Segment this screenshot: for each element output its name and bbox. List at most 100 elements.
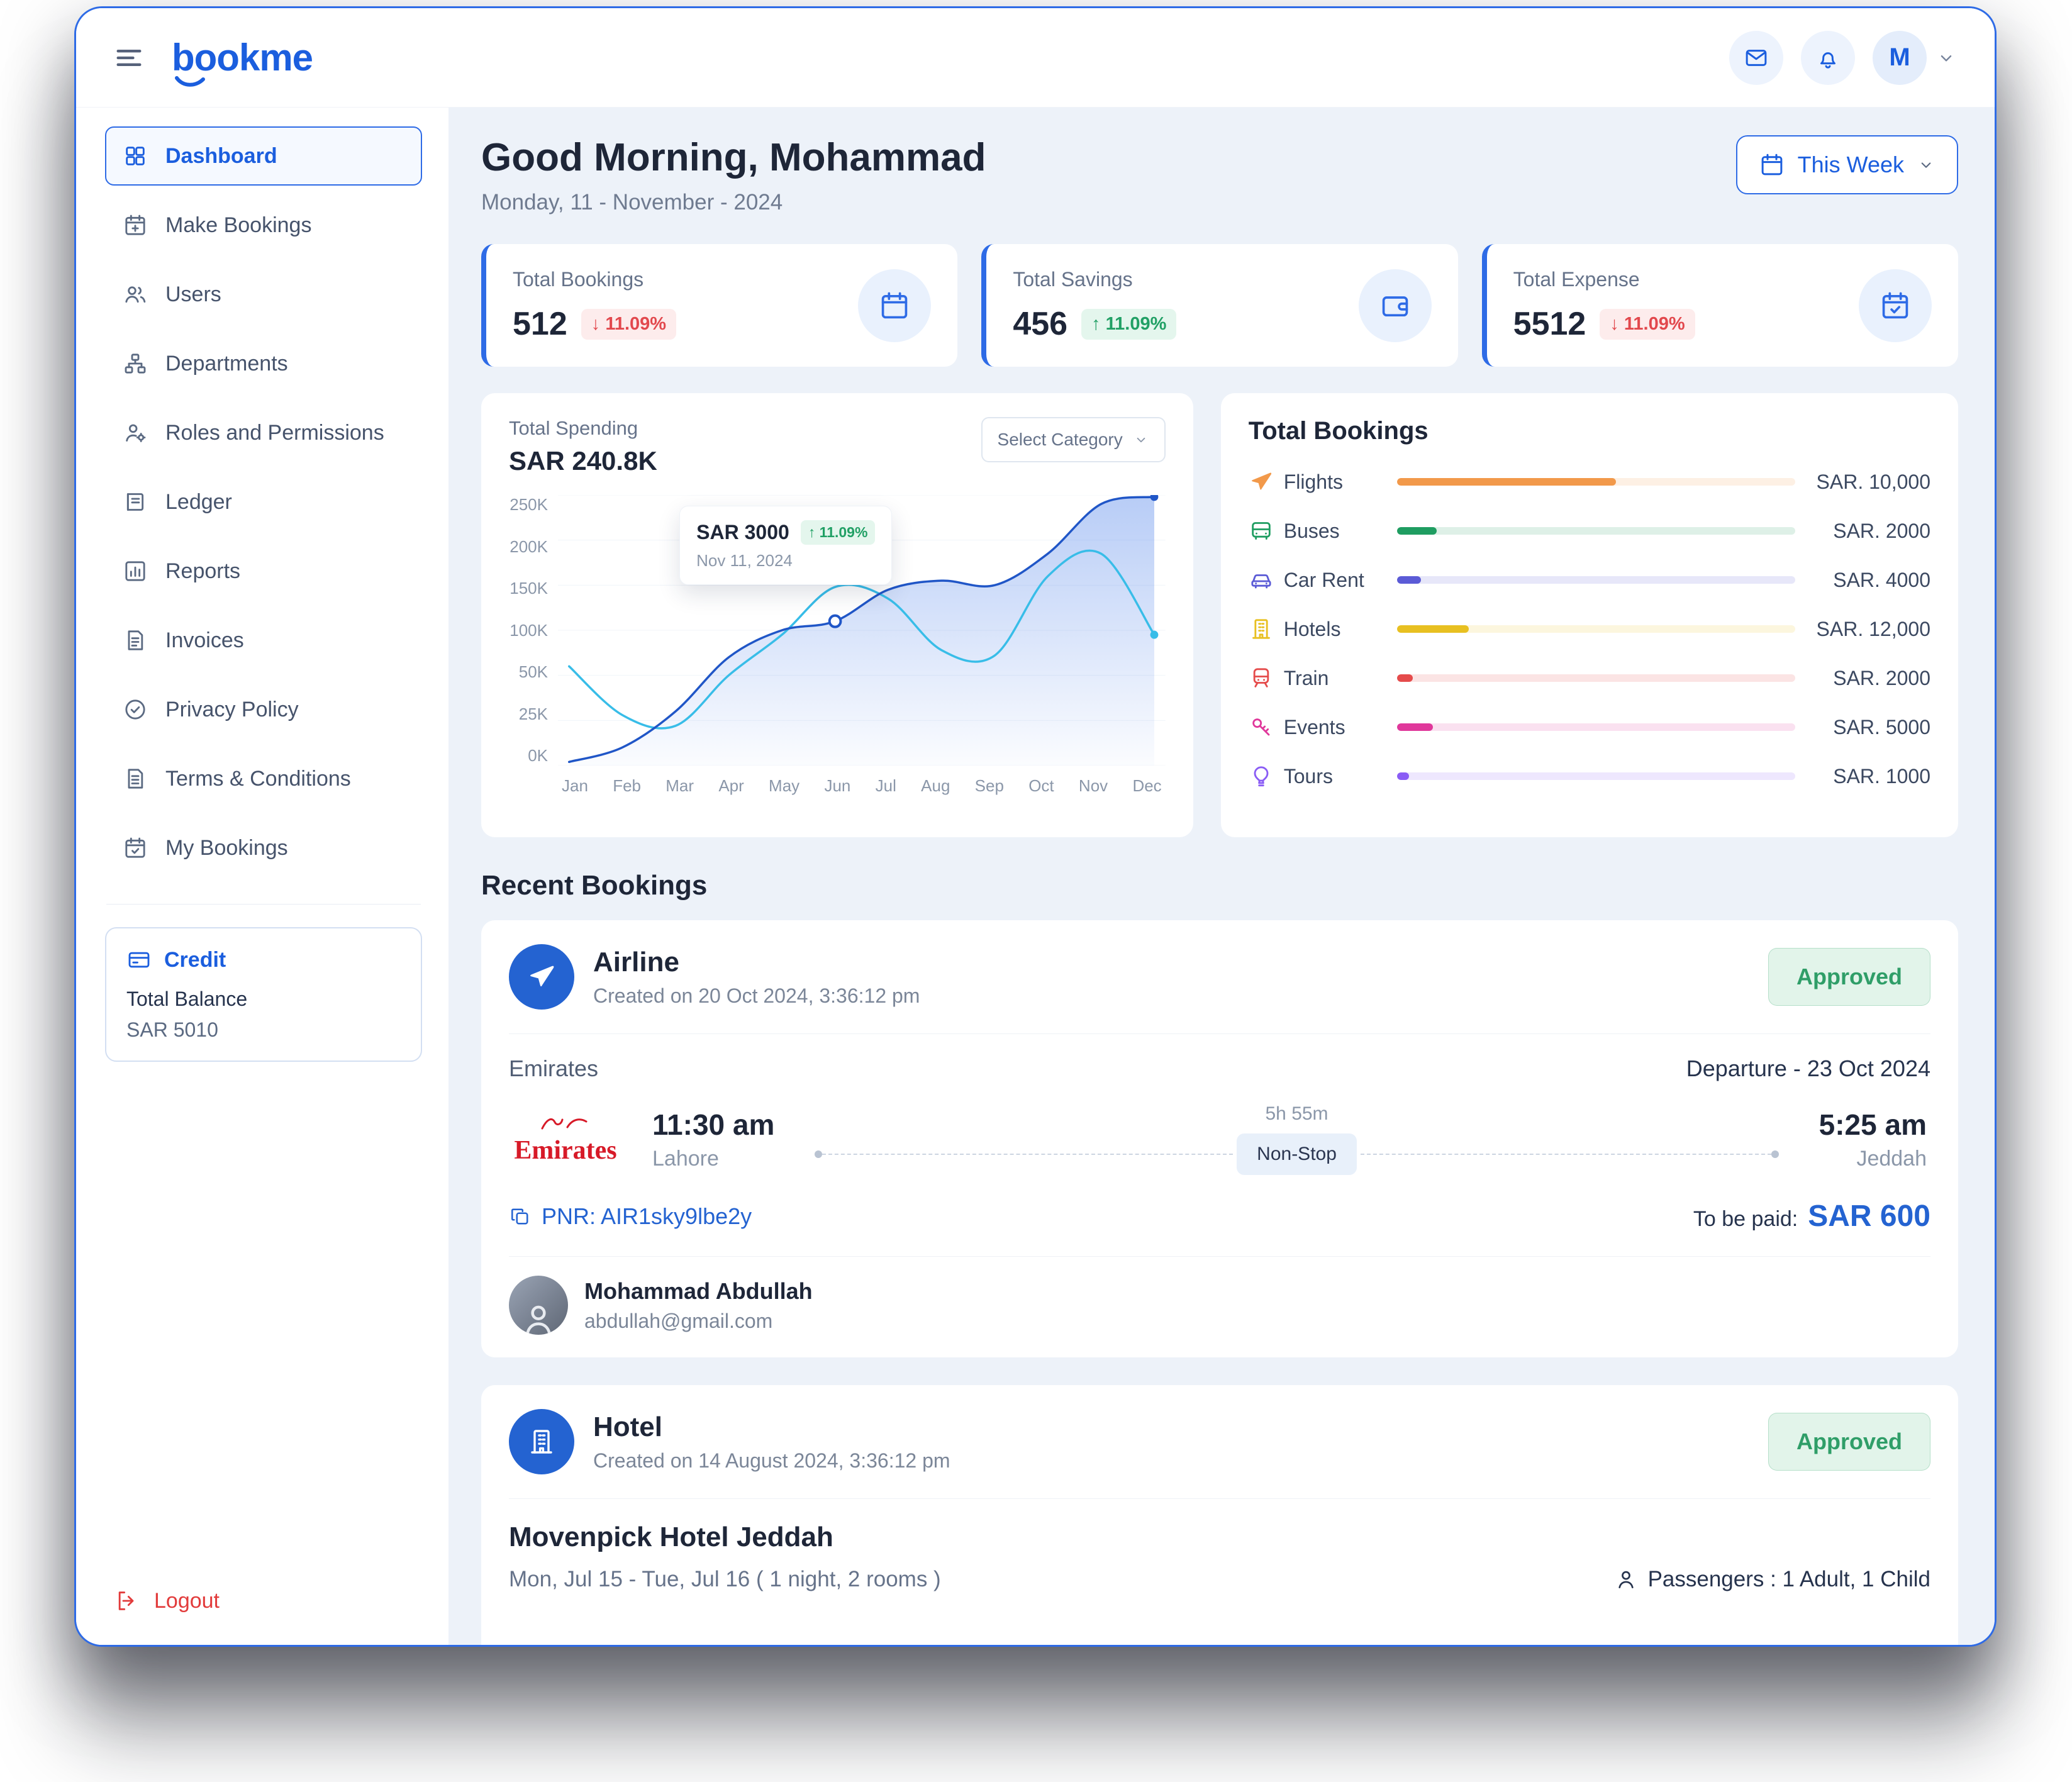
credit-label: Credit xyxy=(164,948,226,972)
menu-icon[interactable] xyxy=(113,42,145,74)
greeting-row: Good Morning, Mohammad Monday, 11 - Nove… xyxy=(481,135,1958,215)
stat-value-row: 5512 ↓ 11.09% xyxy=(1513,305,1859,343)
y-tick: 0K xyxy=(528,746,548,766)
row-value: SAR. 10,000 xyxy=(1795,471,1930,494)
x-tick: Sep xyxy=(975,776,1004,796)
pnr-copy-link[interactable]: PNR: AIR1sky9lbe2y xyxy=(509,1203,752,1230)
sidebar-nav: Dashboard Make Bookings Users Department… xyxy=(105,126,422,888)
flight-route-row: Emirates 11:30 am Lahore 5h 55m xyxy=(509,1103,1930,1175)
sidebar-item-my-bookings[interactable]: My Bookings xyxy=(105,818,422,877)
app-body: Dashboard Make Bookings Users Department… xyxy=(76,108,1995,1645)
stat-card-total-savings: Total Savings 456 ↑ 11.09% xyxy=(981,244,1457,367)
stat-icon xyxy=(1359,269,1432,342)
sidebar-item-departments[interactable]: Departments xyxy=(105,334,422,393)
sidebar-item-label: Departments xyxy=(165,352,288,376)
hotel-booking-card: Hotel Created on 14 August 2024, 3:36:12… xyxy=(481,1385,1958,1645)
x-tick: Feb xyxy=(613,776,641,796)
sidebar-item-invoices[interactable]: Invoices xyxy=(105,611,422,670)
page-title: Good Morning, Mohammad xyxy=(481,135,986,180)
desktop-background: bookme M Dashboard Make Bookings Users xyxy=(0,0,2072,1782)
y-tick: 25K xyxy=(519,704,548,724)
hotel-details: Movenpick Hotel Jeddah Mon, Jul 15 - Tue… xyxy=(481,1499,1958,1615)
pnr-text: PNR: AIR1sky9lbe2y xyxy=(542,1203,752,1230)
row-label: Buses xyxy=(1284,520,1397,543)
sidebar-item-privacy-policy[interactable]: Privacy Policy xyxy=(105,680,422,739)
sidebar-item-roles-permissions[interactable]: Roles and Permissions xyxy=(105,403,422,462)
main-content: Good Morning, Mohammad Monday, 11 - Nove… xyxy=(448,108,1995,1645)
app-window: bookme M Dashboard Make Bookings Users xyxy=(74,6,1997,1647)
mail-button[interactable] xyxy=(1729,31,1783,85)
user-menu[interactable]: M xyxy=(1873,31,1957,85)
booking-row-buses: Buses SAR. 2000 xyxy=(1249,518,1930,543)
sidebar-item-label: Invoices xyxy=(165,628,244,653)
x-tick: Dec xyxy=(1132,776,1161,796)
stat-info: Total Bookings 512 ↓ 11.09% xyxy=(513,268,858,343)
stat-value: 5512 xyxy=(1513,305,1586,343)
sidebar-item-label: Make Bookings xyxy=(165,213,311,238)
flight-duration: 5h 55m xyxy=(1265,1103,1328,1125)
sidebar-item-reports[interactable]: Reports xyxy=(105,542,422,601)
emirates-logo-text: Emirates xyxy=(509,1135,622,1166)
sidebar-item-dashboard[interactable]: Dashboard xyxy=(105,126,422,186)
mail-icon xyxy=(1743,45,1769,71)
airline-type-avatar xyxy=(509,944,574,1010)
flight-route: 5h 55m Non-Stop xyxy=(815,1103,1778,1175)
flight-meta-row: Emirates Departure - 23 Oct 2024 xyxy=(509,1055,1930,1082)
tours-balloon-icon xyxy=(1249,764,1284,789)
booking-titles: Airline Created on 20 Oct 2024, 3:36:12 … xyxy=(593,947,920,1008)
arrival-city: Jeddah xyxy=(1819,1147,1927,1171)
stat-label: Total Savings xyxy=(1013,268,1358,291)
x-tick: Mar xyxy=(666,776,694,796)
greeting-block: Good Morning, Mohammad Monday, 11 - Nove… xyxy=(481,135,986,215)
departure-city: Lahore xyxy=(652,1147,774,1171)
tooltip-row: SAR 3000 ↑ 11.09% xyxy=(696,520,875,545)
spending-amount: SAR 240.8K xyxy=(509,446,657,476)
chevron-down-icon xyxy=(1133,432,1149,448)
current-date: Monday, 11 - November - 2024 xyxy=(481,190,986,215)
logout-button[interactable]: Logout xyxy=(105,1582,422,1620)
passengers-text: Passengers : 1 Adult, 1 Child xyxy=(1648,1567,1930,1592)
stat-label: Total Bookings xyxy=(513,268,858,291)
hotels-bar xyxy=(1397,625,1795,633)
route-end-dot xyxy=(1771,1150,1779,1158)
spending-chart-area: 250K 200K 150K 100K 50K 25K 0K xyxy=(509,495,1166,796)
bus-icon xyxy=(1249,518,1284,543)
select-category-dropdown[interactable]: Select Category xyxy=(981,417,1166,462)
person-icon xyxy=(1614,1568,1638,1591)
sidebar-item-ledger[interactable]: Ledger xyxy=(105,472,422,532)
tooltip-amount: SAR 3000 xyxy=(696,521,789,544)
notifications-button[interactable] xyxy=(1801,31,1855,85)
route-line: Non-Stop xyxy=(815,1133,1778,1175)
stats-row: Total Bookings 512 ↓ 11.09% Total Saving… xyxy=(481,244,1958,367)
user-gear-icon xyxy=(123,420,148,445)
y-tick: 100K xyxy=(510,621,548,640)
chevron-down-icon xyxy=(1917,155,1936,174)
sidebar-item-users[interactable]: Users xyxy=(105,265,422,324)
sidebar-item-make-bookings[interactable]: Make Bookings xyxy=(105,196,422,255)
period-select-button[interactable]: This Week xyxy=(1736,135,1958,194)
sidebar-item-label: My Bookings xyxy=(165,836,288,860)
row-label: Train xyxy=(1284,667,1397,690)
x-tick: Nov xyxy=(1079,776,1108,796)
to-be-paid-label: To be paid: xyxy=(1693,1207,1798,1232)
sidebar-item-label: Users xyxy=(165,282,221,307)
y-axis-labels: 250K 200K 150K 100K 50K 25K 0K xyxy=(509,495,558,766)
row-label: Car Rent xyxy=(1284,569,1397,592)
booking-row-events: Events SAR. 5000 xyxy=(1249,715,1930,740)
row-label: Hotels xyxy=(1284,618,1397,641)
bell-icon xyxy=(1815,45,1841,71)
passengers-group: Passengers : 1 Adult, 1 Child xyxy=(1614,1567,1930,1592)
sidebar-item-terms-conditions[interactable]: Terms & Conditions xyxy=(105,749,422,808)
train-icon xyxy=(1249,665,1284,691)
booking-type: Hotel xyxy=(593,1412,950,1443)
brand-logo-text: bookme xyxy=(172,36,313,79)
stat-icon xyxy=(1859,269,1932,342)
sidebar-item-label: Dashboard xyxy=(165,144,277,169)
hotel-name: Movenpick Hotel Jeddah xyxy=(509,1522,1930,1553)
booking-type: Airline xyxy=(593,947,920,978)
tours-bar xyxy=(1397,772,1795,780)
sidebar-item-label: Privacy Policy xyxy=(165,698,299,722)
building-icon xyxy=(526,1427,557,1457)
events-bar xyxy=(1397,723,1795,731)
car-rent-bar xyxy=(1397,576,1795,584)
